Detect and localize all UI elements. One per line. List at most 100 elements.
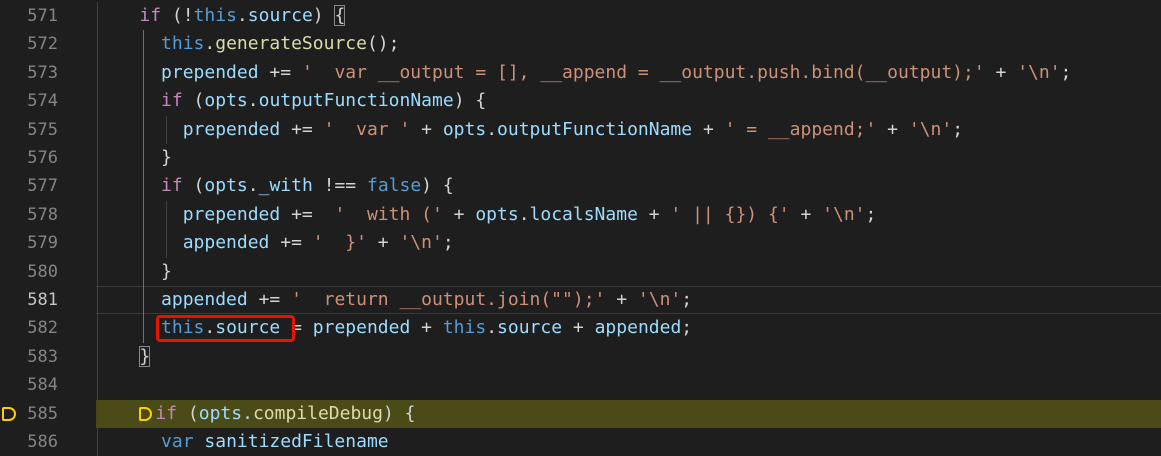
line-number[interactable]: 579 [0, 229, 58, 257]
line-number[interactable]: 580 [0, 258, 58, 286]
code-text[interactable]: if (opts.outputFunctionName) { [96, 87, 1161, 115]
inline-breakpoint-icon[interactable] [139, 406, 153, 421]
code-text[interactable]: prepended += ' var ' + opts.outputFuncti… [96, 116, 1161, 144]
code-token: . [518, 203, 530, 225]
line-number[interactable]: 575 [0, 116, 58, 144]
line-number[interactable]: 581 [0, 286, 58, 314]
code-line[interactable]: 575 prepended += ' var ' + opts.outputFu… [0, 116, 1161, 144]
code-text[interactable]: if (opts.compileDebug) { [96, 400, 1161, 428]
code-token: var [161, 431, 194, 452]
code-text[interactable]: if (!this.source) { [96, 2, 1161, 30]
code-line[interactable]: 586 var sanitizedFilename [0, 428, 1161, 456]
code-token: += [258, 61, 302, 83]
code-line[interactable]: 574 if (opts.outputFunctionName) { [0, 87, 1161, 115]
line-number[interactable]: 577 [0, 172, 58, 200]
code-line[interactable]: 577 if (opts._with !== false) { [0, 172, 1161, 200]
code-token: '\n' [637, 289, 682, 310]
code-text[interactable]: prepended += ' var __output = [], __appe… [96, 59, 1161, 87]
indent-guide [96, 2, 98, 456]
line-number[interactable]: 586 [0, 428, 58, 456]
code-text[interactable] [96, 371, 1161, 399]
code-token: ; [952, 118, 964, 140]
code-token: '\n' [1017, 61, 1061, 83]
code-token: += [247, 289, 292, 310]
code-token: opts [204, 175, 248, 197]
line-number[interactable]: 574 [0, 87, 58, 115]
code-token: false [366, 175, 422, 197]
code-token: + [442, 203, 476, 225]
code-line[interactable]: 572 this.generateSource(); [0, 30, 1161, 58]
code-token: (); [366, 33, 400, 55]
line-number[interactable]: 585 [0, 400, 58, 428]
code-token: '\n' [399, 232, 443, 254]
line-number[interactable]: 582 [0, 314, 58, 342]
code-token: . [204, 33, 216, 55]
code-token: } [161, 260, 172, 282]
code-token: sanitizedFilename [204, 431, 389, 452]
code-editor[interactable]: 571 if (!this.source) {572 this.generate… [0, 0, 1161, 456]
code-text[interactable]: prepended += ' with (' + opts.localsName… [96, 201, 1161, 229]
code-token: appended [161, 289, 248, 310]
code-text[interactable]: this.generateSource(); [96, 30, 1161, 58]
code-token: !== [312, 175, 367, 197]
matching-bracket: } [139, 345, 151, 367]
line-number[interactable]: 573 [0, 59, 58, 87]
code-line[interactable]: 585 if (opts.compileDebug) { [0, 399, 1161, 428]
code-line[interactable]: 576 } [0, 144, 1161, 172]
code-token: '\n' [822, 203, 866, 225]
code-token: if [161, 175, 183, 197]
code-line[interactable]: 583 } [0, 343, 1161, 371]
line-number[interactable]: 584 [0, 371, 58, 399]
line-number[interactable]: 576 [0, 144, 58, 172]
code-token: '\n' [908, 118, 953, 140]
line-number[interactable]: 571 [0, 2, 58, 30]
code-token: if [139, 5, 162, 26]
code-text[interactable]: appended += ' }' + '\n'; [96, 229, 1161, 257]
code-text[interactable]: } [96, 144, 1161, 172]
code-token: . [247, 90, 259, 112]
line-number[interactable]: 583 [0, 343, 58, 371]
code-line[interactable]: 573 prepended += ' var __output = [], __… [0, 59, 1161, 87]
code-text[interactable]: } [96, 343, 1161, 371]
code-line[interactable]: 578 prepended += ' with (' + opts.locals… [0, 201, 1161, 229]
code-text[interactable]: if (opts._with !== false) { [96, 172, 1161, 200]
code-token: opts [475, 203, 519, 225]
code-token: if [161, 90, 183, 112]
code-token: opts [204, 90, 248, 112]
code-line[interactable]: 571 if (!this.source) { [0, 2, 1161, 30]
code-token: ) { [453, 90, 487, 112]
code-text[interactable]: appended += ' return __output.join("");'… [96, 286, 1161, 314]
code-token: += [280, 118, 324, 140]
code-token: } [161, 147, 172, 168]
code-line[interactable]: 584 [0, 371, 1161, 399]
code-token: + [562, 317, 595, 339]
line-number[interactable]: 572 [0, 30, 58, 58]
code-text[interactable]: var sanitizedFilename [96, 428, 1161, 456]
code-token: prepended [182, 118, 281, 140]
code-token: ) [312, 5, 335, 26]
indent-guide [165, 200, 167, 258]
code-line[interactable]: 579 appended += ' }' + '\n'; [0, 229, 1161, 257]
code-token: ' var __output = [], __append = __output… [301, 61, 985, 83]
code-token: localsName [529, 203, 638, 225]
code-token: prepended [161, 61, 259, 83]
code-token: (! [161, 5, 194, 26]
line-number[interactable]: 578 [0, 201, 58, 229]
code-token: ; [681, 317, 693, 339]
code-token: ) { [421, 175, 454, 197]
code-token: ' || {}) {' [670, 203, 790, 225]
code-text[interactable]: } [96, 258, 1161, 286]
code-line[interactable]: 581 appended += ' return __output.join("… [0, 286, 1161, 314]
code-token: ' var ' [323, 118, 411, 140]
code-token: ' }' [312, 232, 367, 254]
code-line[interactable]: 580 } [0, 258, 1161, 286]
